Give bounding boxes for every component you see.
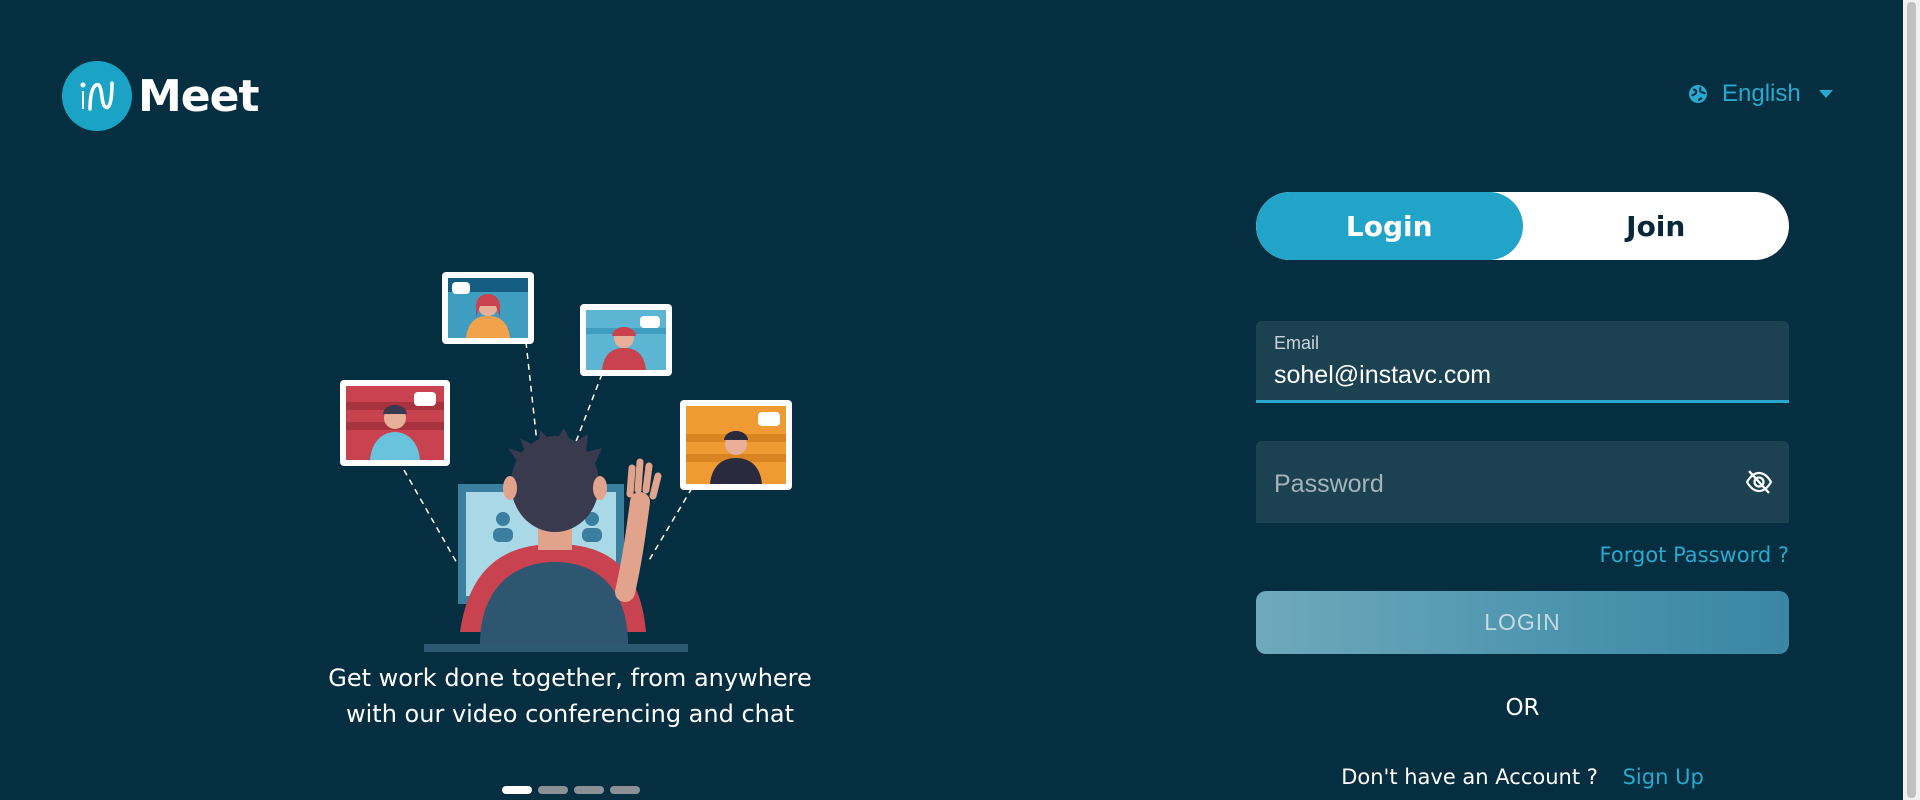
or-divider: OR [1505,695,1540,721]
logo-badge [62,61,132,131]
language-selector[interactable]: English [1688,80,1833,108]
video-conference-illustration [340,272,792,652]
email-label: Email [1274,333,1320,353]
signup-prompt: Don't have an Account ? Sign Up [1256,765,1789,789]
no-account-text: Don't have an Account ? [1341,765,1598,789]
password-field [1256,441,1789,523]
participant-frame-1 [340,380,450,466]
logo-text: Meet [138,70,260,122]
carousel-indicators [502,786,640,794]
participant-frame-2 [442,272,534,344]
tab-join[interactable]: Join [1523,192,1790,260]
forgot-password-link[interactable]: Forgot Password ? [1560,543,1789,567]
password-input[interactable] [1274,465,1754,503]
tagline-line-2: with our video conferencing and chat [346,700,794,728]
scrollbar-thumb[interactable] [1907,2,1916,798]
caret-down-icon [1818,89,1833,99]
participant-frame-3 [580,304,672,376]
globe-icon [1688,84,1708,104]
carousel-dot-2[interactable] [538,786,568,794]
app-logo[interactable]: Meet [62,61,260,131]
carousel-dot-4[interactable] [610,786,640,794]
eye-off-icon[interactable] [1745,469,1773,495]
auth-mode-toggle: Login Join [1256,192,1789,260]
participant-frame-4 [680,400,792,490]
language-label: English [1722,80,1801,107]
logo-mark-icon [80,81,114,111]
carousel-dot-3[interactable] [574,786,604,794]
tagline-line-1: Get work done together, from anywhere [328,664,812,692]
signup-link[interactable]: Sign Up [1623,765,1704,789]
hero-tagline: Get work done together, from anywhere wi… [250,660,890,732]
email-field: Email [1256,321,1789,403]
email-input[interactable] [1274,361,1754,390]
tab-login[interactable]: Login [1256,192,1523,260]
page-scrollbar[interactable] [1903,0,1920,800]
carousel-dot-1[interactable] [502,786,532,794]
login-button[interactable]: LOGIN [1256,591,1789,654]
